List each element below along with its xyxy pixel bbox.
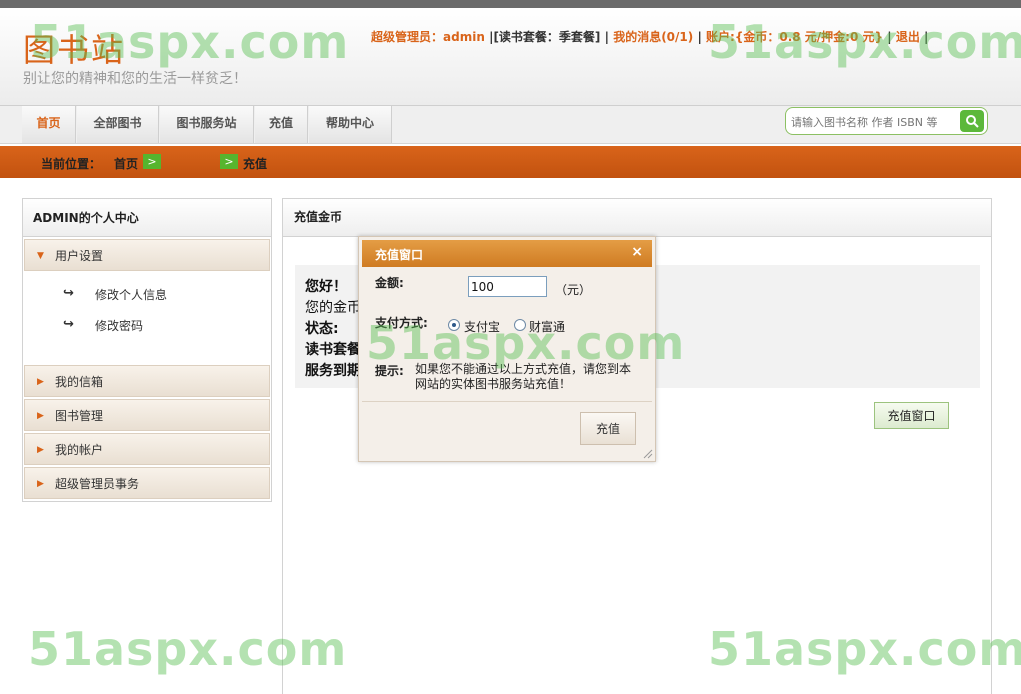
sidebar-item-change-password[interactable]: 修改密码	[95, 317, 143, 334]
tenpay-radio[interactable]	[514, 319, 526, 331]
resize-handle-icon[interactable]	[643, 449, 653, 459]
search-input[interactable]	[791, 113, 956, 131]
payment-method-label: 支付方式:	[375, 316, 428, 330]
separator: |	[604, 30, 609, 44]
breadcrumb-current: 充值	[243, 157, 268, 171]
breadcrumb-arrow-icon: >	[143, 154, 161, 169]
return-arrow-icon: ↪	[63, 286, 74, 301]
nav-recharge[interactable]: 充值	[255, 106, 308, 143]
sidebar-group-label: 超级管理员事务	[55, 477, 140, 491]
open-recharge-dialog-button[interactable]: 充值窗口	[874, 402, 949, 429]
breadcrumb-home-link[interactable]: 首页	[114, 155, 138, 172]
user-role-label: 超级管理员：	[371, 30, 444, 44]
gold-info-text: 您的金币	[305, 300, 361, 316]
alipay-radio[interactable]	[448, 319, 460, 331]
sidebar-group-label: 图书管理	[55, 409, 104, 423]
plan-info: |[读书套餐：季套餐]	[489, 30, 601, 44]
sidebar-group-mailbox[interactable]: ▶ 我的信箱	[24, 365, 270, 397]
alipay-label[interactable]: 支付宝	[464, 318, 500, 335]
user-status-bar: 超级管理员：admin |[读书套餐：季套餐] | 我的消息(0/1) | 账户…	[371, 28, 928, 45]
sidebar-group-book-management[interactable]: ▶ 图书管理	[24, 399, 270, 431]
top-strip	[0, 0, 1021, 8]
messages-link[interactable]: 我的消息(0/1)	[613, 30, 693, 44]
account-link[interactable]: 账户:{金币：0.8 元/押金:0 元}	[706, 30, 883, 44]
site-slogan: 别让您的精神和您的生活一样贫乏！	[23, 71, 247, 87]
search-icon	[966, 115, 979, 128]
tip-label: 提示:	[375, 364, 404, 378]
breadcrumb-label: 当前位置：	[41, 157, 102, 171]
breadcrumb-arrow-icon: >	[220, 154, 238, 169]
amount-field[interactable]	[468, 276, 547, 297]
caret-right-icon: ▶	[37, 445, 44, 455]
amount-unit: （元）	[555, 283, 592, 297]
search-box	[785, 107, 988, 135]
site-logo[interactable]: 图书站	[23, 25, 125, 71]
nav-home[interactable]: 首页	[22, 106, 76, 143]
search-button[interactable]	[960, 110, 984, 132]
separator: |	[697, 30, 702, 44]
expiry-text: 服务到期	[305, 363, 361, 379]
status-text: 状态:	[305, 321, 339, 337]
dialog-divider	[362, 401, 652, 402]
greeting-text: 您好！	[305, 279, 347, 295]
caret-right-icon: ▶	[37, 377, 44, 387]
plan-text: 读书套餐	[305, 342, 361, 358]
sidebar: ADMIN的个人中心 ▼ 用户设置 ↪ 修改个人信息 ↪ 修改密码 ▶ 我的信箱…	[22, 198, 272, 502]
dialog-header[interactable]: 充值窗口 ×	[362, 240, 652, 267]
recharge-submit-button[interactable]: 充值	[580, 412, 636, 445]
sidebar-group-label: 我的帐户	[55, 443, 104, 457]
tip-text: 如果您不能通过以上方式充值，请您到本网站的实体图书服务站充值！	[415, 362, 632, 391]
close-icon[interactable]: ×	[631, 244, 643, 260]
nav-help-center[interactable]: 帮助中心	[309, 106, 392, 143]
sidebar-group-user-settings[interactable]: ▼ 用户设置	[24, 239, 270, 271]
nav-all-books[interactable]: 全部图书	[77, 106, 159, 143]
caret-down-icon: ▼	[37, 251, 44, 261]
nav-book-stations[interactable]: 图书服务站	[160, 106, 254, 143]
username-link[interactable]: admin	[443, 30, 485, 44]
logout-link[interactable]: 退出	[896, 30, 920, 44]
dialog-title: 充值窗口	[375, 248, 424, 262]
breadcrumb: 当前位置： 首页 > > 充值	[0, 146, 1021, 178]
amount-label: 金额:	[375, 276, 404, 290]
sidebar-group-admin-affairs[interactable]: ▶ 超级管理员事务	[24, 467, 270, 499]
tenpay-label[interactable]: 财富通	[529, 318, 565, 335]
caret-right-icon: ▶	[37, 479, 44, 489]
sidebar-group-my-account[interactable]: ▶ 我的帐户	[24, 433, 270, 465]
separator: |	[887, 30, 892, 44]
recharge-dialog: 充值窗口 × 金额: （元） 支付方式: 支付宝 财富通 提示: 如果您不能通过…	[358, 236, 656, 462]
sidebar-group-label: 用户设置	[55, 249, 104, 263]
return-arrow-icon: ↪	[63, 317, 74, 332]
sidebar-item-edit-profile[interactable]: 修改个人信息	[95, 286, 167, 303]
sidebar-group-label: 我的信箱	[55, 375, 104, 389]
site-header: 图书站 别让您的精神和您的生活一样贫乏！ 超级管理员：admin |[读书套餐：…	[0, 8, 1021, 106]
separator: |	[924, 30, 929, 44]
caret-right-icon: ▶	[37, 411, 44, 421]
sidebar-title: ADMIN的个人中心	[23, 199, 271, 237]
page-title: 充值金币	[283, 199, 991, 237]
